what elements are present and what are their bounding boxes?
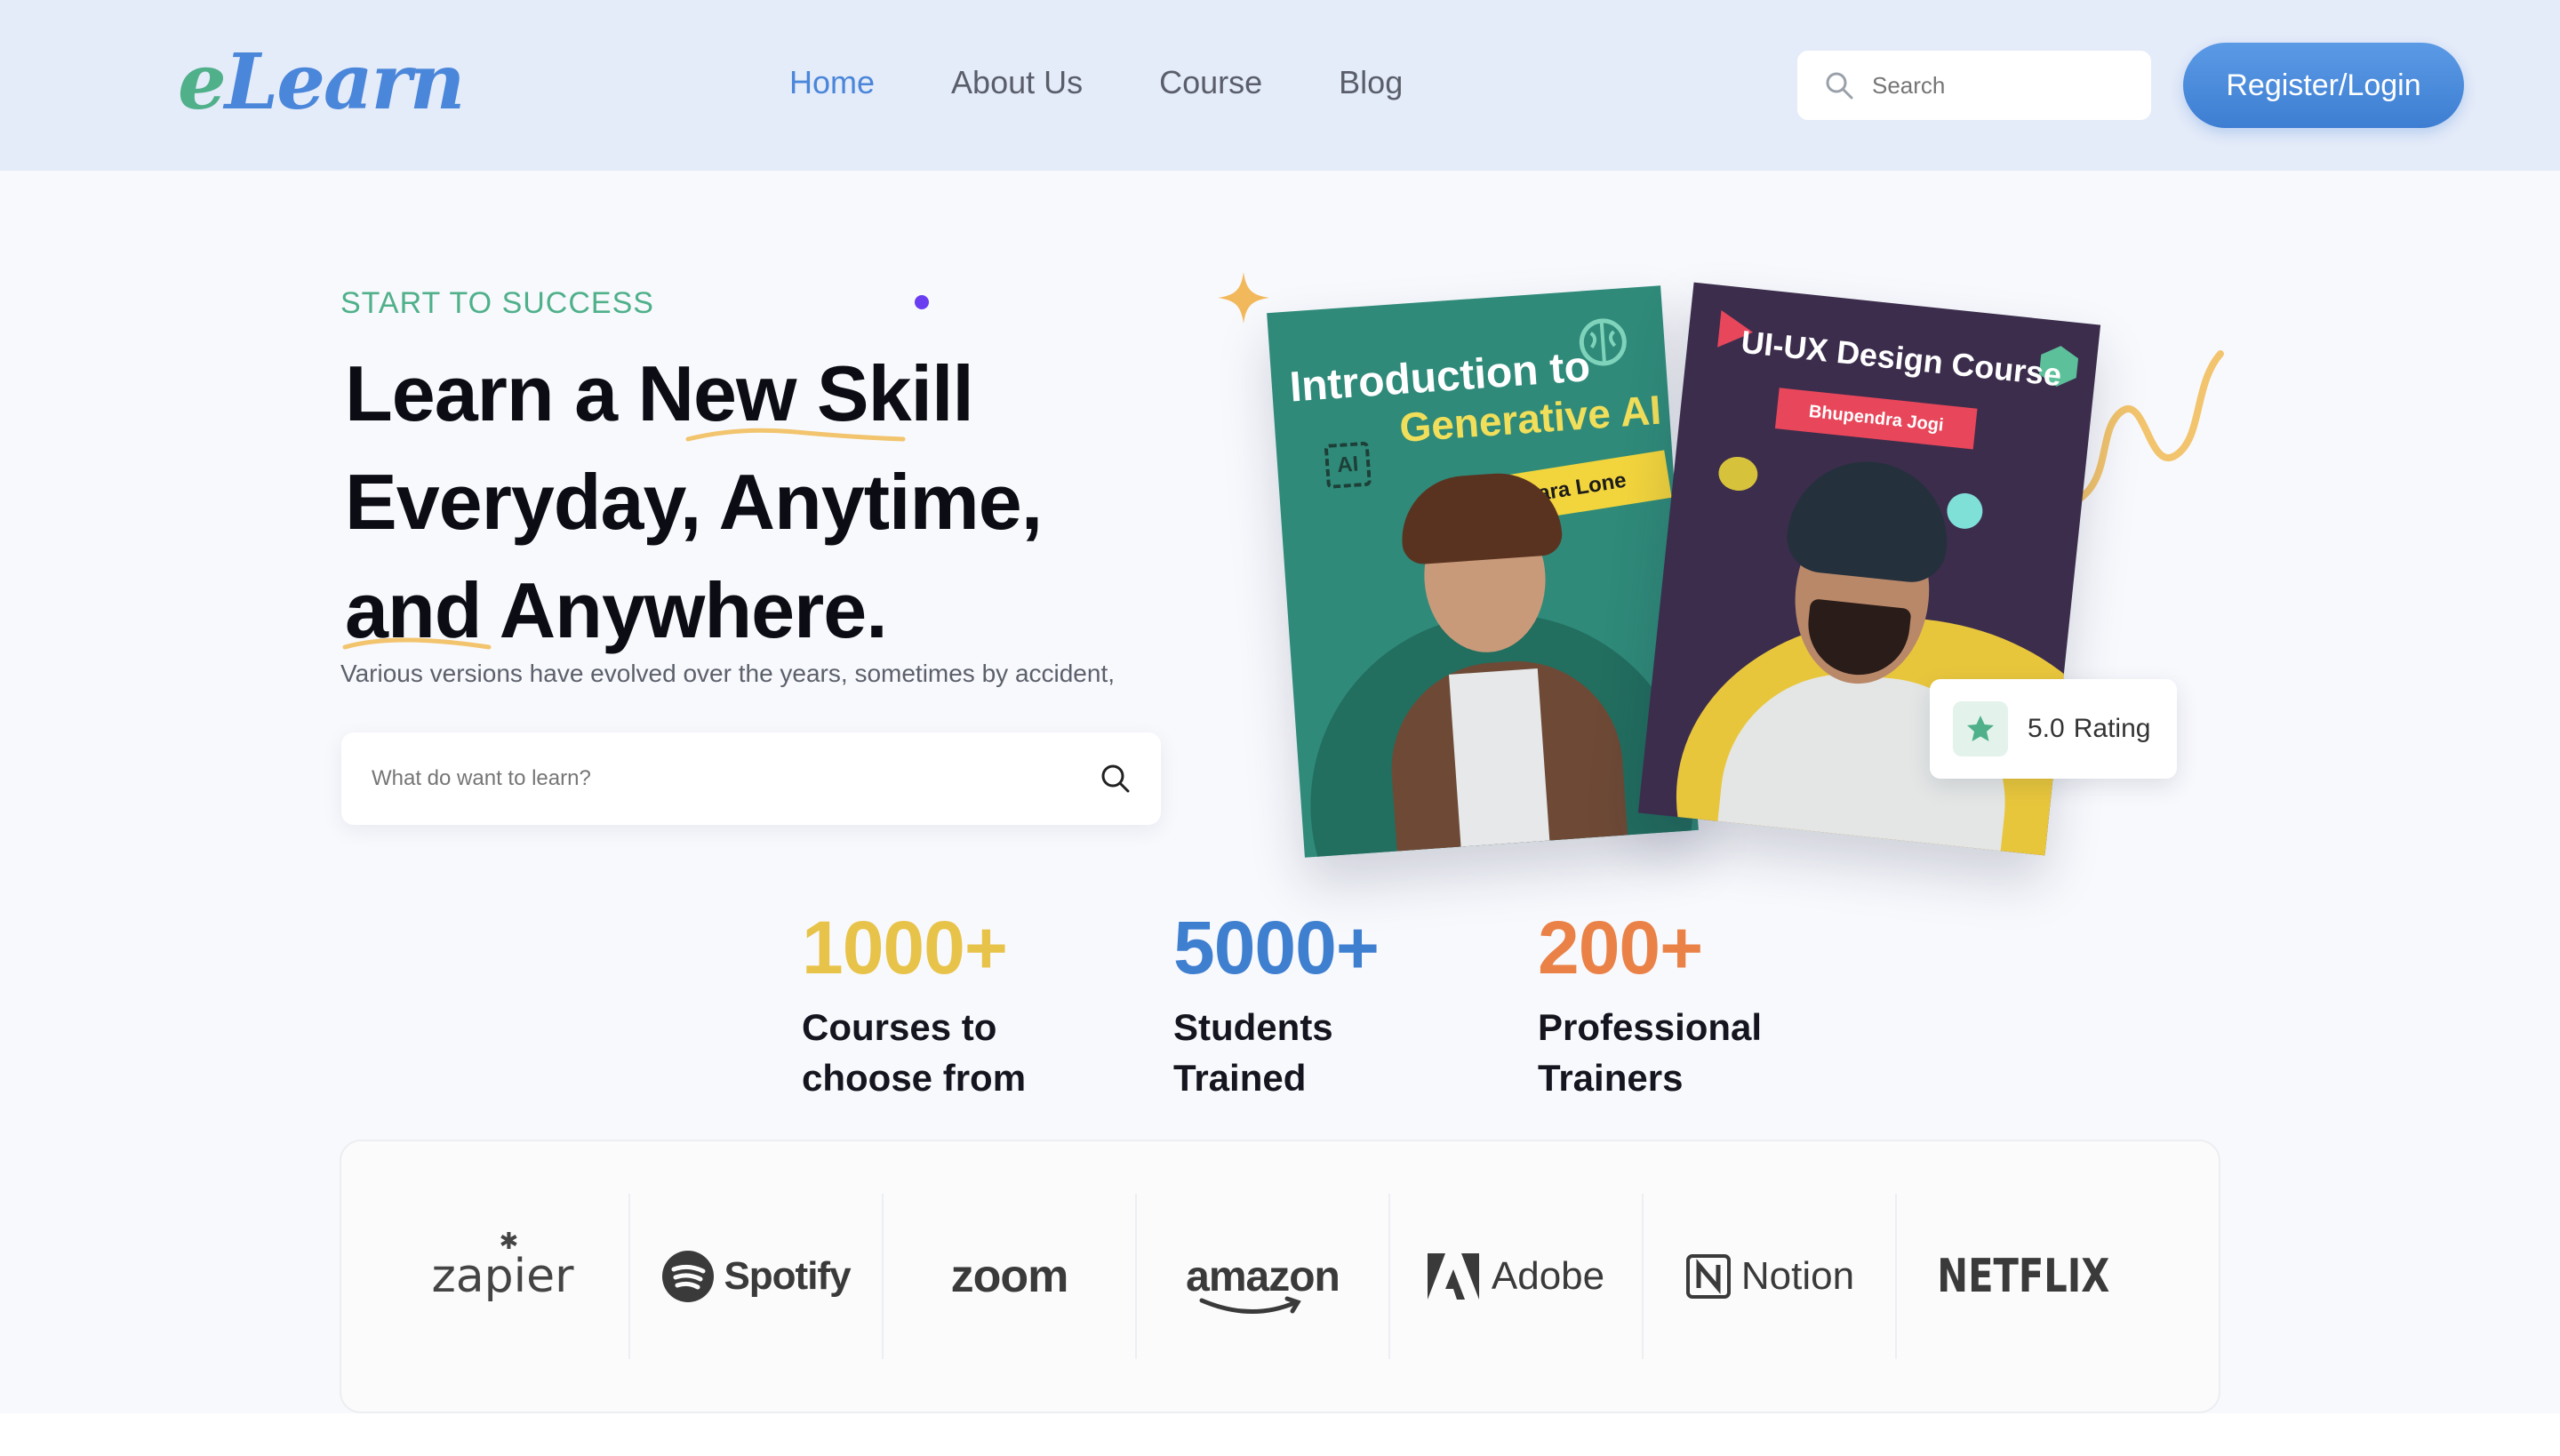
- nav-home[interactable]: Home: [789, 64, 875, 101]
- stat-label: Students Trained: [1173, 1002, 1431, 1103]
- stat-label: Professional Trainers: [1538, 1002, 1796, 1103]
- page-bottom: [0, 1413, 2560, 1456]
- underline-squiggle: [685, 428, 906, 442]
- adobe-icon: [1427, 1253, 1479, 1300]
- decorative-dot: [915, 295, 929, 309]
- stat-number: 200+: [1538, 906, 1703, 989]
- yellow-pill-decoration: [1716, 454, 1760, 493]
- spotify-icon: [662, 1251, 715, 1302]
- hero-subtext: Various versions have evolved over the y…: [340, 660, 1116, 687]
- rating-label: Rating: [2073, 714, 2151, 743]
- notion-wordmark: Notion: [1740, 1254, 1855, 1298]
- course-card-generative-ai[interactable]: Introduction to Generative AI AI Zara Lo…: [1267, 285, 1699, 858]
- search-icon: [1826, 72, 1853, 100]
- zapier-asterisk-icon: ✱: [499, 1228, 519, 1255]
- search-icon[interactable]: [1100, 764, 1131, 794]
- stat-label: Courses to choose from: [802, 1002, 1060, 1103]
- star-icon: [1967, 716, 1994, 741]
- stat-label-line1: Students: [1173, 1006, 1333, 1048]
- stat-label-line2: Trainers: [1538, 1057, 1684, 1099]
- nav-about-us[interactable]: About Us: [951, 64, 1083, 101]
- header-search-input[interactable]: [1872, 71, 2139, 100]
- instructor-portrait: [1783, 453, 1956, 586]
- netflix-wordmark: NETFLIX: [1937, 1250, 2110, 1303]
- amazon-wordmark: amazon: [1186, 1252, 1340, 1300]
- stat-courses: 1000+ Courses to choose from: [802, 905, 1060, 1103]
- stat-students: 5000+ Students Trained: [1173, 905, 1431, 1103]
- hero-eyebrow: START TO SUCCESS: [340, 286, 654, 320]
- notion-icon: [1685, 1254, 1731, 1299]
- instructor-portrait: [1448, 668, 1552, 858]
- card-title: UI-UX Design Course: [1739, 323, 2064, 394]
- stat-trainers: 200+ Professional Trainers: [1538, 905, 1796, 1103]
- zapier-wordmark: zapier: [431, 1250, 574, 1303]
- rating-badge: 5.0 Rating: [1930, 679, 2177, 779]
- amazon-logo: amazon: [1137, 1194, 1390, 1359]
- main-nav: Home About Us Course Blog: [789, 64, 1403, 101]
- header-bar: eLearn Home About Us Course Blog Registe…: [0, 0, 2560, 171]
- headline-line-2: Everyday, Anytime,: [345, 458, 1043, 546]
- sparkle-icon: [1218, 272, 1269, 324]
- stat-number: 5000+: [1173, 906, 1380, 989]
- zoom-wordmark: zoom: [950, 1251, 1069, 1302]
- stat-label-line2: choose from: [802, 1057, 1027, 1099]
- zoom-logo: zoom: [884, 1194, 1137, 1359]
- hero-headline: Learn a New Skill Everyday, Anytime, and…: [345, 340, 1043, 665]
- stat-number: 1000+: [802, 906, 1008, 989]
- logo-e: e: [178, 37, 227, 127]
- stat-label-line1: Courses to: [802, 1006, 997, 1048]
- netflix-logo: NETFLIX: [1897, 1194, 2150, 1359]
- partner-logos-strip: ✱ zapier Spotify zoom amazon Adobe Notio…: [340, 1140, 2220, 1413]
- instructor-name: Bhupendra Jogi: [1807, 401, 1945, 436]
- rating-value: 5.0: [2028, 714, 2065, 743]
- cyan-dot-decoration: [1945, 491, 1985, 531]
- star-icon-box: [1953, 701, 2008, 756]
- stat-label-line1: Professional: [1538, 1006, 1763, 1048]
- ai-badge: AI: [1336, 452, 1360, 478]
- amazon-smile-icon: [1199, 1296, 1301, 1314]
- nav-blog[interactable]: Blog: [1339, 64, 1403, 101]
- stat-label-line2: Trained: [1173, 1057, 1307, 1099]
- underline-squiggle: [342, 637, 492, 650]
- logo-learn: Learn: [224, 37, 466, 127]
- header-search-box[interactable]: [1797, 51, 2151, 120]
- register-login-button[interactable]: Register/Login: [2183, 43, 2464, 128]
- spotify-wordmark: Spotify: [724, 1254, 851, 1298]
- notion-logo: Notion: [1644, 1194, 1897, 1359]
- adobe-logo: Adobe: [1390, 1194, 1644, 1359]
- course-search-box[interactable]: [341, 732, 1161, 825]
- chip-icon: AI: [1324, 441, 1372, 489]
- adobe-wordmark: Adobe: [1491, 1254, 1605, 1298]
- nav-course[interactable]: Course: [1159, 64, 1262, 101]
- elearn-logo[interactable]: eLearn: [178, 37, 466, 127]
- instructor-tag: Bhupendra Jogi: [1774, 388, 1978, 450]
- course-search-input[interactable]: [372, 766, 1047, 791]
- spotify-logo: Spotify: [630, 1194, 884, 1359]
- zapier-logo: ✱ zapier: [377, 1194, 630, 1359]
